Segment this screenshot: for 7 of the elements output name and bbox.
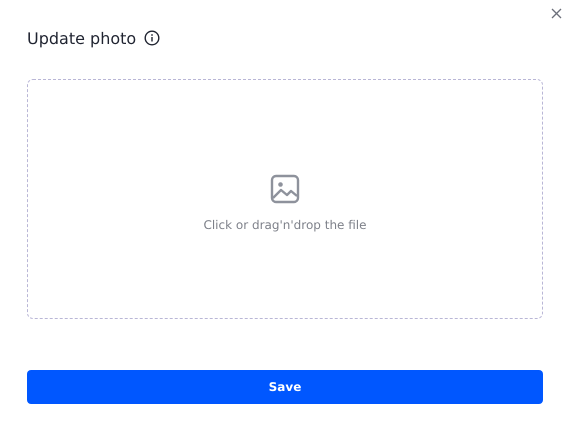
image-icon [270,174,300,204]
dialog-title: Update photo [27,28,136,48]
info-icon[interactable] [144,30,160,46]
save-button[interactable]: Save [27,370,543,404]
dropzone-hint: Click or drag'n'drop the file [203,218,367,232]
file-dropzone[interactable]: Click or drag'n'drop the file [27,79,543,319]
close-icon [550,8,562,18]
